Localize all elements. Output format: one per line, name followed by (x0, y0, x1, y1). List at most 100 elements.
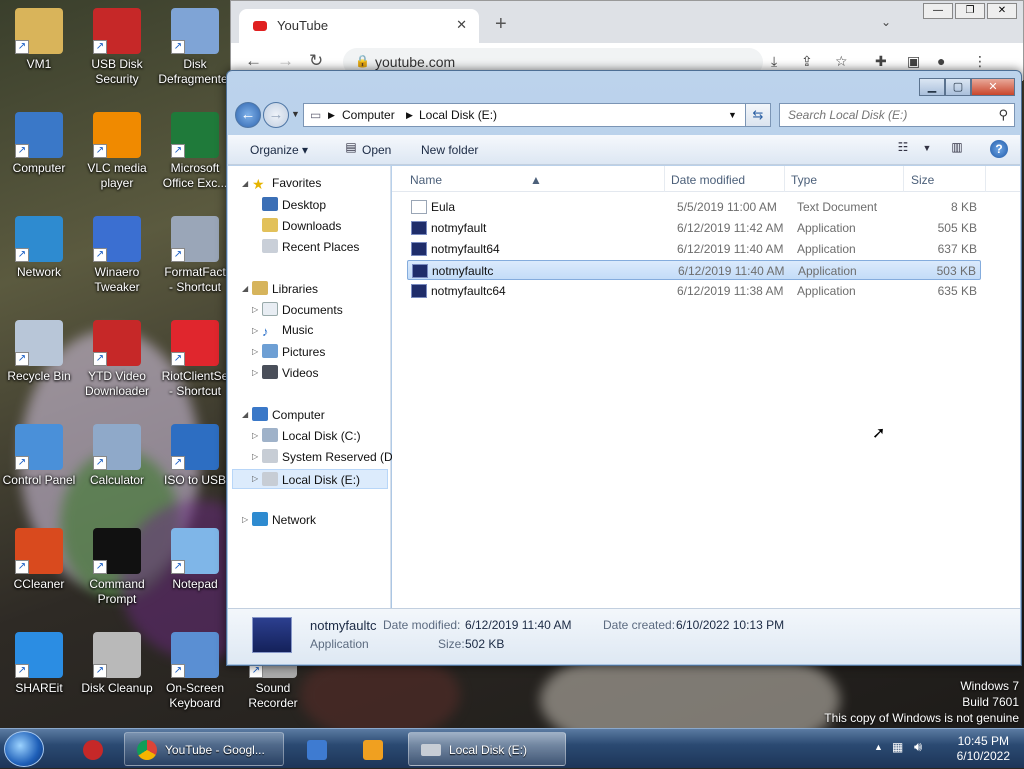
forward-arrow-icon[interactable]: → (277, 51, 294, 71)
taskbar-app-button[interactable] (294, 732, 338, 766)
close-button[interactable]: ✕ (971, 78, 1015, 96)
search-box[interactable]: ⚲ (779, 103, 1015, 127)
desktop-shortcut[interactable]: ↗ Command Prompt (78, 528, 156, 607)
desktop-shortcut[interactable]: ↗ Control Panel (0, 424, 78, 488)
refresh-button[interactable]: ⇆ (745, 103, 771, 127)
desktop-shortcut[interactable]: ↗ Computer (0, 112, 78, 176)
file-row[interactable]: notmyfaultc64 6/12/2019 11:38 AM Applicati… (407, 281, 981, 301)
maximize-button[interactable]: ▢ (945, 78, 971, 96)
expand-icon[interactable]: ▷ (252, 474, 258, 483)
explorer-window[interactable]: ▁ ▢ ✕ ← → ▼ ▭ ▶ Computer ▶ Local Disk (E… (226, 70, 1022, 666)
nav-local-disk-e[interactable]: ▷ Local Disk (E:) (232, 469, 388, 489)
nav-favorites[interactable]: ★ Favorites (252, 176, 321, 192)
desktop-shortcut[interactable]: ↗ VLC media player (78, 112, 156, 191)
close-tab-icon[interactable]: ✕ (456, 17, 467, 33)
side-panel-icon[interactable]: ▣ (907, 53, 920, 70)
search-input[interactable] (786, 107, 986, 123)
address-bar[interactable]: ▭ ▶ Computer ▶ Local Disk (E:) ▼ (303, 103, 769, 127)
column-divider[interactable] (784, 166, 785, 192)
new-folder-button[interactable]: New folder (421, 143, 478, 157)
preview-pane-icon[interactable]: ▥ (946, 140, 968, 158)
chrome-tab-youtube[interactable]: YouTube ✕ (239, 9, 479, 43)
nav-documents[interactable]: Documents (262, 302, 343, 317)
desktop-shortcut[interactable]: ↗ ISO to USB (156, 424, 234, 488)
desktop-shortcut[interactable]: ↗ On-Screen Keyboard (156, 632, 234, 711)
help-icon[interactable]: ? (990, 140, 1008, 158)
minimize-button[interactable]: ▁ (919, 78, 945, 96)
nav-desktop[interactable]: Desktop (262, 197, 326, 212)
show-hidden-icons-icon[interactable]: ▲ (874, 742, 883, 752)
desktop-shortcut[interactable]: ↗ Network (0, 216, 78, 280)
breadcrumb-computer[interactable]: Computer (342, 108, 395, 122)
chrome-maximize-button[interactable]: ❐ (955, 3, 985, 19)
nav-pictures[interactable]: Pictures (262, 344, 325, 359)
view-dropdown-icon[interactable]: ▼ (916, 143, 938, 161)
new-tab-button[interactable]: + (495, 13, 507, 36)
file-row[interactable]: notmyfaultc 6/12/2019 11:40 AM Application… (407, 260, 981, 280)
column-size[interactable]: Size (911, 173, 934, 187)
desktop-shortcut[interactable]: ↗ RiotClientSe - Shortcut (156, 320, 234, 399)
column-divider[interactable] (903, 166, 904, 192)
breadcrumb-chevron-icon[interactable]: ▶ (328, 110, 335, 121)
expand-icon[interactable]: ▷ (252, 347, 258, 356)
nav-videos[interactable]: Videos (262, 365, 318, 380)
nav-libraries[interactable]: Libraries (252, 281, 318, 296)
desktop-shortcut[interactable]: ↗ USB Disk Security (78, 8, 156, 87)
taskbar-ytd-button[interactable] (70, 732, 114, 766)
column-type[interactable]: Type (791, 173, 817, 187)
desktop-shortcut[interactable]: ↗ Notepad (156, 528, 234, 592)
file-row[interactable]: notmyfault 6/12/2019 11:42 AM Application 5… (407, 218, 981, 238)
desktop-shortcut[interactable]: ↗ Disk Cleanup (78, 632, 156, 696)
column-divider[interactable] (664, 166, 665, 192)
column-date-modified[interactable]: Date modified (671, 173, 745, 187)
volume-icon[interactable]: 🔊︎ (914, 739, 922, 755)
profile-icon[interactable]: ● (937, 53, 945, 69)
desktop-shortcut[interactable]: ↗ Winaero Tweaker (78, 216, 156, 295)
clock[interactable]: 10:45 PM 6/10/2022 (957, 734, 1010, 764)
column-divider[interactable] (985, 166, 986, 192)
desktop-shortcut[interactable]: ↗ CCleaner (0, 528, 78, 592)
file-row[interactable]: Eula 5/5/2019 11:00 AM Text Document 8 KB (407, 197, 981, 217)
collapse-favorites-icon[interactable]: ◢ (242, 179, 248, 188)
bookmark-star-icon[interactable]: ☆ (835, 53, 848, 70)
desktop-shortcut[interactable]: ↗ Recycle Bin (0, 320, 78, 384)
desktop-shortcut[interactable]: ↗ SHAREit (0, 632, 78, 696)
nav-downloads[interactable]: Downloads (262, 218, 341, 233)
menu-icon[interactable]: ⋮ (973, 53, 987, 70)
collapse-libraries-icon[interactable]: ◢ (242, 284, 248, 293)
extensions-icon[interactable]: ✚ (875, 53, 887, 70)
chrome-minimize-button[interactable]: — (923, 3, 953, 19)
chrome-close-button[interactable]: ✕ (987, 3, 1017, 19)
taskbar-chrome-button[interactable]: YouTube - Googl... (124, 732, 284, 766)
chrome-window[interactable]: YouTube ✕ + ⌄ — ❐ ✕ ← → ↻ 🔒 youtube.com … (230, 0, 1024, 81)
desktop-shortcut[interactable]: ↗ VM1 (0, 8, 78, 72)
nav-recent-places[interactable]: Recent Places (262, 239, 359, 254)
forward-button[interactable]: → (263, 102, 289, 128)
back-button[interactable]: ← (235, 102, 261, 128)
install-icon[interactable]: ⤓ (771, 53, 777, 70)
file-row[interactable]: notmyfault64 6/12/2019 11:40 AM Applicatio… (407, 239, 981, 259)
column-name[interactable]: Name (410, 173, 442, 187)
nav-local-disk-c[interactable]: Local Disk (C:) (262, 428, 361, 443)
reload-icon[interactable]: ↻ (309, 51, 323, 71)
nav-system-reserved[interactable]: System Reserved (D: (262, 449, 396, 464)
desktop-shortcut[interactable]: ↗ FormatFact - Shortcut (156, 216, 234, 295)
share-icon[interactable]: ⇪ (801, 53, 813, 70)
open-button[interactable]: Open (362, 143, 391, 157)
organize-button[interactable]: Organize ▾ (250, 143, 308, 157)
desktop-shortcut[interactable]: ↗ Microsoft Office Exc... (156, 112, 234, 191)
expand-icon[interactable]: ▷ (252, 431, 258, 440)
collapse-computer-icon[interactable]: ◢ (242, 410, 248, 419)
nav-music[interactable]: ♪ Music (262, 323, 313, 339)
nav-network[interactable]: Network (252, 512, 316, 527)
desktop-shortcut[interactable]: ↗ Disk Defragmenter (156, 8, 234, 87)
desktop-shortcut[interactable]: ↗ YTD Video Downloader (78, 320, 156, 399)
breadcrumb-local-disk-e[interactable]: Local Disk (E:) (419, 108, 497, 122)
start-button[interactable] (4, 731, 44, 767)
desktop-shortcut[interactable]: ↗ Calculator (78, 424, 156, 488)
breadcrumb-chevron-icon[interactable]: ▶ (406, 110, 413, 121)
network-tray-icon[interactable]: ▦ (892, 740, 903, 754)
taskbar-media-button[interactable] (350, 732, 394, 766)
taskbar-explorer-button[interactable]: Local Disk (E:) (408, 732, 566, 766)
expand-icon[interactable]: ▷ (252, 326, 258, 335)
